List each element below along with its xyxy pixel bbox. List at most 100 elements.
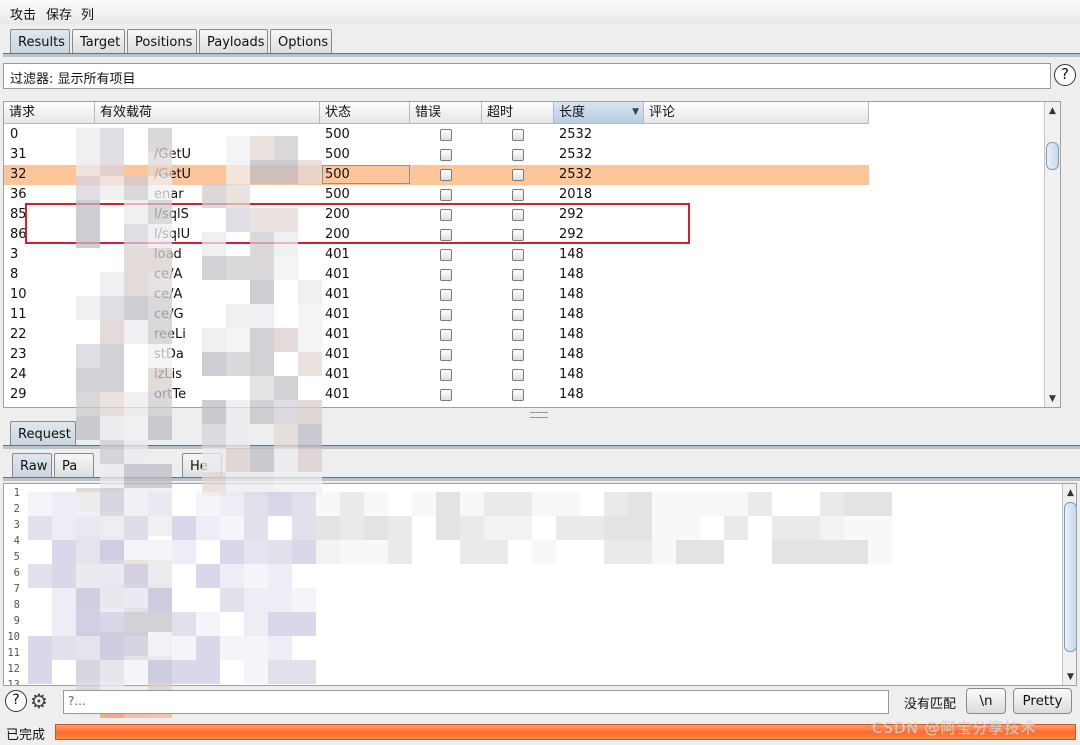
mosaic-block bbox=[148, 392, 172, 416]
mosaic-block bbox=[772, 540, 796, 564]
menu-attack[interactable]: 攻击 bbox=[10, 4, 36, 23]
tab-results[interactable]: Results bbox=[10, 29, 70, 54]
editor-scrollbar[interactable]: ▲ ▼ bbox=[1062, 484, 1076, 685]
gear-icon[interactable]: ⚙ bbox=[30, 689, 54, 713]
table-row[interactable]: 31/GetU 500 2532 bbox=[4, 145, 869, 165]
mosaic-block bbox=[250, 352, 274, 376]
cell-status: 401 bbox=[325, 307, 350, 322]
col-comment[interactable]: 评论 bbox=[644, 102, 869, 124]
tab-target[interactable]: Target bbox=[72, 29, 125, 54]
editor-scroll-thumb[interactable] bbox=[1064, 502, 1076, 652]
mosaic-block bbox=[28, 636, 52, 660]
timeout-checkbox[interactable] bbox=[512, 369, 524, 381]
table-scrollbar[interactable]: ▲ ▼ bbox=[1044, 102, 1060, 407]
timeout-checkbox[interactable] bbox=[512, 349, 524, 361]
mosaic-block bbox=[76, 344, 100, 368]
mosaic-block bbox=[700, 540, 724, 564]
mosaic-block bbox=[124, 492, 148, 516]
mosaic-block bbox=[268, 588, 292, 612]
mosaic-block bbox=[844, 516, 868, 540]
error-checkbox[interactable] bbox=[440, 269, 452, 281]
scroll-down-icon[interactable]: ▼ bbox=[1045, 392, 1060, 406]
mosaic-block bbox=[148, 296, 172, 320]
timeout-checkbox[interactable] bbox=[512, 269, 524, 281]
pretty-button[interactable]: Pretty bbox=[1013, 688, 1072, 714]
mosaic-block bbox=[172, 516, 196, 540]
timeout-checkbox[interactable] bbox=[512, 129, 524, 141]
error-checkbox[interactable] bbox=[440, 369, 452, 381]
timeout-checkbox[interactable] bbox=[512, 249, 524, 261]
error-checkbox[interactable] bbox=[440, 189, 452, 201]
timeout-checkbox[interactable] bbox=[512, 389, 524, 401]
col-status[interactable]: 状态 bbox=[320, 102, 410, 124]
mosaic-block bbox=[52, 540, 76, 564]
help-icon-bottom[interactable]: ? bbox=[5, 690, 27, 712]
mosaic-block bbox=[28, 516, 52, 540]
error-checkbox[interactable] bbox=[440, 329, 452, 341]
timeout-checkbox[interactable] bbox=[512, 169, 524, 181]
menu-columns[interactable]: 列 bbox=[81, 4, 94, 23]
filter-bar[interactable]: 过滤器: 显示所有项目 bbox=[3, 63, 1051, 89]
line-number: 9 bbox=[13, 615, 20, 627]
tab-positions[interactable]: Positions bbox=[127, 29, 197, 54]
mosaic-block bbox=[124, 660, 148, 684]
mosaic-block bbox=[76, 368, 100, 392]
editor-scroll-up-icon[interactable]: ▲ bbox=[1063, 486, 1076, 500]
tab-options[interactable]: Options bbox=[270, 29, 332, 54]
timeout-checkbox[interactable] bbox=[512, 309, 524, 321]
timeout-checkbox[interactable] bbox=[512, 329, 524, 341]
mosaic-block bbox=[274, 232, 298, 256]
mosaic-block bbox=[748, 492, 772, 516]
error-checkbox[interactable] bbox=[440, 309, 452, 321]
error-checkbox[interactable] bbox=[440, 129, 452, 141]
table-row[interactable]: 23stDa401148 bbox=[4, 345, 869, 365]
table-row[interactable]: 0 500 2532 bbox=[4, 125, 869, 145]
col-length-label: 长度 bbox=[559, 105, 586, 120]
mosaic-block bbox=[340, 492, 364, 516]
error-checkbox[interactable] bbox=[440, 249, 452, 261]
mosaic-block bbox=[436, 516, 460, 540]
error-checkbox[interactable] bbox=[440, 149, 452, 161]
splitter-handle[interactable] bbox=[530, 412, 548, 418]
scroll-up-icon[interactable]: ▲ bbox=[1045, 104, 1060, 118]
mosaic-block bbox=[196, 612, 220, 636]
mosaic-block bbox=[298, 328, 322, 352]
menu-save[interactable]: 保存 bbox=[46, 4, 72, 23]
col-payload[interactable]: 有效载荷 bbox=[95, 102, 320, 124]
scroll-thumb[interactable] bbox=[1046, 142, 1059, 170]
tab-request[interactable]: Request bbox=[10, 421, 76, 446]
mosaic-block bbox=[820, 492, 844, 516]
mosaic-block bbox=[148, 248, 172, 272]
col-error[interactable]: 错误 bbox=[410, 102, 482, 124]
error-checkbox[interactable] bbox=[440, 169, 452, 181]
col-request[interactable]: 请求 bbox=[4, 102, 95, 124]
cell-status: 401 bbox=[325, 347, 350, 362]
help-icon[interactable]: ? bbox=[1054, 64, 1076, 86]
editor-scroll-down-icon[interactable]: ▼ bbox=[1063, 670, 1076, 684]
table-row[interactable]: 24izLis401148 bbox=[4, 365, 869, 385]
error-checkbox[interactable] bbox=[440, 389, 452, 401]
mosaic-block bbox=[226, 160, 250, 184]
col-length[interactable]: 长度 ▼ bbox=[554, 102, 644, 124]
search-input[interactable]: ?... bbox=[63, 690, 889, 714]
tab-divider bbox=[3, 53, 1080, 57]
mosaic-block bbox=[268, 540, 292, 564]
line-number: 12 bbox=[7, 663, 20, 675]
timeout-checkbox[interactable] bbox=[512, 289, 524, 301]
subtab-raw[interactable]: Raw bbox=[12, 453, 52, 478]
line-number: 3 bbox=[13, 519, 20, 531]
timeout-checkbox[interactable] bbox=[512, 149, 524, 161]
subtab-params[interactable]: Pa bbox=[54, 453, 94, 478]
error-checkbox[interactable] bbox=[440, 349, 452, 361]
tab-payloads[interactable]: Payloads bbox=[199, 29, 268, 54]
cell-status: 500 bbox=[325, 147, 350, 162]
mosaic-block bbox=[148, 588, 172, 612]
newline-button[interactable]: \n bbox=[966, 688, 1006, 714]
col-timeout[interactable]: 超时 bbox=[482, 102, 554, 124]
mosaic-block bbox=[274, 256, 298, 280]
mosaic-block bbox=[100, 464, 124, 488]
error-checkbox[interactable] bbox=[440, 289, 452, 301]
mosaic-block bbox=[676, 540, 700, 564]
mosaic-block bbox=[172, 636, 196, 660]
timeout-checkbox[interactable] bbox=[512, 189, 524, 201]
